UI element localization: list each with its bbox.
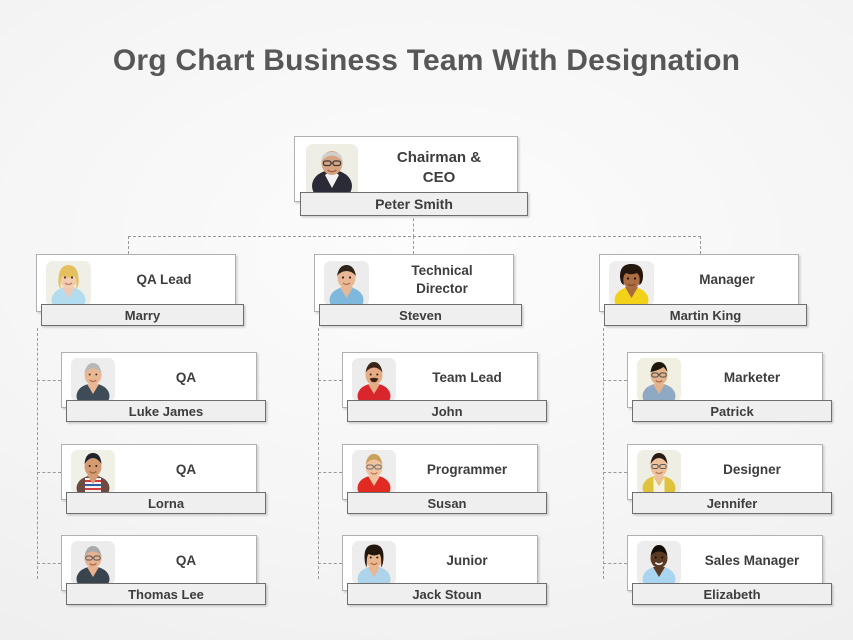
qa-lead-role: QA Lead [98,271,230,289]
avatar-qa-3 [71,541,115,585]
sales-manager-name[interactable]: Elizabeth [632,583,832,605]
connector-stub-qa-2 [37,472,61,473]
marketer-name[interactable]: Patrick [632,400,832,422]
designer-name[interactable]: Jennifer [632,492,832,514]
technical-director-role: Technical Director [376,262,508,298]
connector-stub-qa-3 [37,563,61,564]
connector-spine-left [37,328,38,579]
programmer-name[interactable]: Susan [347,492,547,514]
qa-lead-role-line1: QA Lead [136,272,192,287]
junior-role: Junior [446,553,488,568]
avatar-technical-director [324,261,369,306]
org-chart-slide: Org Chart Business Team With Designation [0,0,853,640]
connector-level2-bus [128,236,701,237]
ceo-role-line2: CEO [422,168,456,186]
team-lead-role: Team Lead [432,370,502,385]
technical-director-name[interactable]: Steven [319,304,522,326]
designer-role: Designer [723,462,781,477]
sales-manager-role: Sales Manager [704,553,800,568]
connector-stub-marketer [603,380,627,381]
qa-2-name[interactable]: Lorna [66,492,266,514]
connector-spine-middle [318,328,319,579]
avatar-team-lead [352,358,396,402]
marketer-role: Marketer [723,370,781,385]
manager-name[interactable]: Martin King [604,304,807,326]
connector-drop-qa-lead [128,236,129,254]
technical-director-role-line1: Technical [411,263,473,278]
manager-role: Manager [661,271,793,289]
team-lead-name[interactable]: John [347,400,547,422]
qa-1-role: QA [175,370,197,385]
ceo-role-line1: Chairman & [396,149,482,166]
connector-spine-right [603,328,604,579]
avatar-qa-2 [71,450,115,494]
avatar-qa-1 [71,358,115,402]
connector-drop-technical-director [413,236,414,254]
connector-stub-designer [603,472,627,473]
connector-ceo-stem [413,213,414,237]
technical-director-role-line2: Director [416,280,468,296]
programmer-role: Programmer [426,462,508,477]
qa-3-role: QA [175,553,197,568]
connector-stub-programmer [318,472,342,473]
avatar-ceo [306,144,358,196]
avatar-marketer [637,358,681,402]
connector-stub-junior [318,563,342,564]
ceo-role: Chairman & CEO [366,148,512,188]
avatar-qa-lead [46,261,91,306]
avatar-programmer [352,450,396,494]
page-title: Org Chart Business Team With Designation [112,44,741,77]
avatar-designer [637,450,681,494]
connector-stub-sales-manager [603,563,627,564]
avatar-junior [352,541,396,585]
connector-stub-team-lead [318,380,342,381]
junior-name[interactable]: Jack Stoun [347,583,547,605]
qa-2-role: QA [175,462,197,477]
qa-3-name[interactable]: Thomas Lee [66,583,266,605]
avatar-sales-manager [637,541,681,585]
qa-1-name[interactable]: Luke James [66,400,266,422]
connector-drop-manager [700,236,701,254]
qa-lead-name[interactable]: Marry [41,304,244,326]
avatar-manager [609,261,654,306]
manager-role-line1: Manager [699,272,755,287]
ceo-name[interactable]: Peter Smith [300,192,528,216]
connector-stub-qa-1 [37,380,61,381]
